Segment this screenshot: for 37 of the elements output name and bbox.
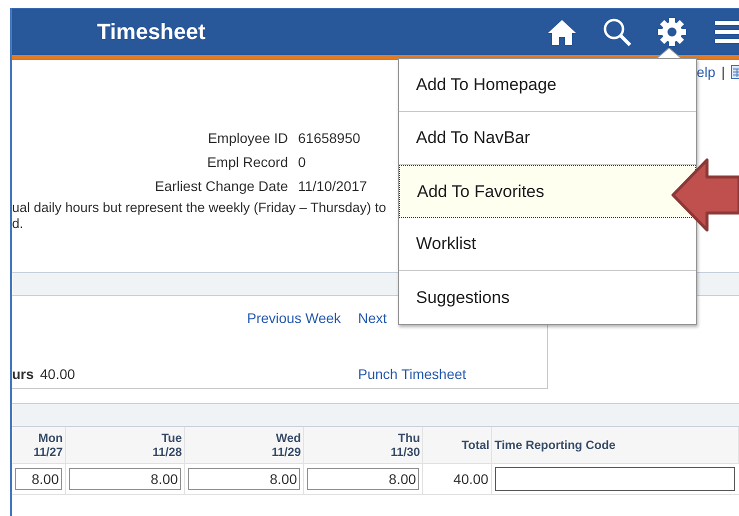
column-header: Mon 11/27 (12, 427, 66, 464)
menu-item[interactable]: Worklist (399, 218, 696, 271)
field-label: Employee ID (206, 130, 288, 146)
page-title: Timesheet (97, 19, 206, 45)
field-value: 61658950 (298, 130, 362, 146)
separator: | (721, 64, 725, 80)
settings-icon[interactable] (657, 17, 687, 47)
next-week-link[interactable]: Next (358, 310, 387, 326)
menu-item[interactable]: Add To Favorites (399, 165, 696, 218)
field-label: Empl Record (206, 154, 288, 170)
column-header: Thu 11/30 (303, 427, 423, 464)
instruction-text: ual daily hours but represent the weekly (Friday – Thursday) to (12, 200, 388, 216)
total-cell: 40.00 (422, 464, 492, 494)
search-icon[interactable] (602, 17, 632, 47)
home-icon[interactable] (547, 18, 577, 46)
menu-item[interactable]: Suggestions (399, 271, 696, 324)
hours-label: urs (12, 366, 34, 382)
column-header: Total (422, 427, 492, 464)
hours-value: 40.00 (40, 366, 76, 382)
arrow-icon (671, 157, 739, 233)
menu-item[interactable]: Add To Homepage (399, 59, 696, 112)
column-header: Time Reporting Code (492, 427, 738, 464)
previous-week-link[interactable]: Previous Week (247, 310, 341, 326)
column-header: Tue 11/28 (65, 427, 184, 464)
punch-timesheet-link[interactable]: Punch Timesheet (358, 366, 466, 382)
menu-icon[interactable] (715, 20, 739, 44)
hours-input[interactable]: 8.00 (68, 468, 181, 490)
hours-input[interactable]: 8.00 (306, 468, 420, 490)
hours-input[interactable]: 8.00 (15, 468, 62, 490)
field-value: 0 (298, 154, 307, 170)
time-reporting-code-field[interactable] (495, 467, 736, 491)
column-header: Wed 11/29 (184, 427, 304, 464)
help-link[interactable]: elp (696, 64, 716, 80)
hours-input[interactable]: 8.00 (188, 468, 300, 490)
field-value: 11/10/2017 (298, 178, 368, 194)
field-label: Earliest Change Date (154, 178, 288, 194)
instruction-text: d. (12, 216, 24, 232)
